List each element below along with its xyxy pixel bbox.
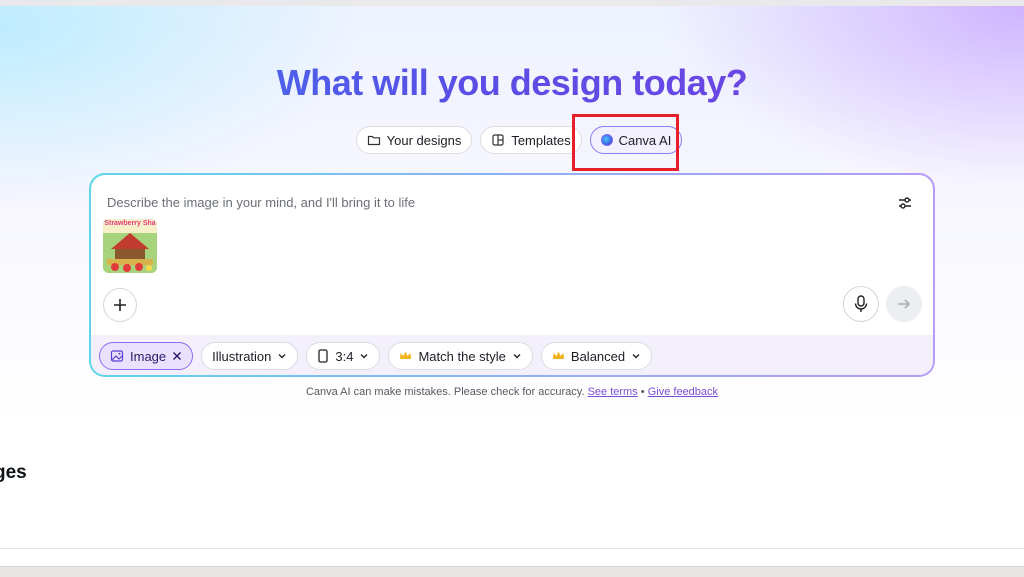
chip-illustration[interactable]: Illustration xyxy=(201,342,299,370)
arrow-right-icon xyxy=(898,299,911,309)
image-icon xyxy=(110,350,124,362)
attached-image-thumbnail[interactable]: Strawberry Sha xyxy=(103,219,157,273)
disclaimer: Canva AI can make mistakes. Please check… xyxy=(0,386,1024,398)
options-bar: Image Illustration 3:4 Match the style B… xyxy=(91,335,933,375)
tab-templates[interactable]: Templates xyxy=(480,126,582,154)
divider xyxy=(0,548,1024,549)
mode-tabs: Your designs Templates Canva AI xyxy=(0,126,1024,154)
crown-icon xyxy=(400,351,412,359)
microphone-button[interactable] xyxy=(843,286,879,322)
chevron-down-icon xyxy=(278,354,286,359)
prompt-box: Describe the image in your mind, and I'l… xyxy=(89,173,935,377)
tab-label: Templates xyxy=(511,132,571,148)
send-button[interactable] xyxy=(886,286,922,322)
disclaimer-text: Canva AI can make mistakes. Please check… xyxy=(305,386,585,398)
chip-aspect-ratio[interactable]: 3:4 xyxy=(306,342,381,370)
chip-image[interactable]: Image xyxy=(99,342,194,370)
section-title: ges xyxy=(0,462,27,483)
chip-label: 3:4 xyxy=(335,348,354,364)
page-title: What will you design today? xyxy=(0,62,1024,104)
chip-match-style[interactable]: Match the style xyxy=(388,342,533,370)
chevron-down-icon xyxy=(513,354,521,359)
settings-button[interactable] xyxy=(895,193,915,213)
give-feedback-link[interactable]: Give feedback xyxy=(648,386,718,398)
chip-label: Balanced xyxy=(570,348,626,364)
add-button[interactable] xyxy=(103,288,137,322)
chevron-down-icon xyxy=(632,354,640,359)
chevron-down-icon xyxy=(360,354,368,359)
chip-label: Match the style xyxy=(418,348,506,364)
close-icon[interactable] xyxy=(172,351,182,361)
chip-label: Image xyxy=(130,348,167,364)
highlight-box xyxy=(572,114,679,171)
chip-balanced[interactable]: Balanced xyxy=(540,342,653,370)
microphone-icon xyxy=(854,295,868,312)
separator: • xyxy=(640,386,645,398)
template-icon xyxy=(492,134,504,146)
folder-icon xyxy=(367,135,380,146)
portrait-icon xyxy=(318,349,329,363)
tab-label: Your designs xyxy=(386,132,462,148)
thumbnail-title: Strawberry Sha xyxy=(104,220,156,227)
plus-icon xyxy=(114,299,126,311)
see-terms-link[interactable]: See terms xyxy=(588,386,638,398)
chip-label: Illustration xyxy=(212,348,272,364)
thumbnail-image xyxy=(103,219,157,273)
tab-your-designs[interactable]: Your designs xyxy=(355,126,473,154)
sliders-icon xyxy=(899,197,911,209)
prompt-input[interactable]: Describe the image in your mind, and I'l… xyxy=(107,195,415,210)
crown-icon xyxy=(552,351,564,359)
taskbar-edge xyxy=(0,566,1024,577)
